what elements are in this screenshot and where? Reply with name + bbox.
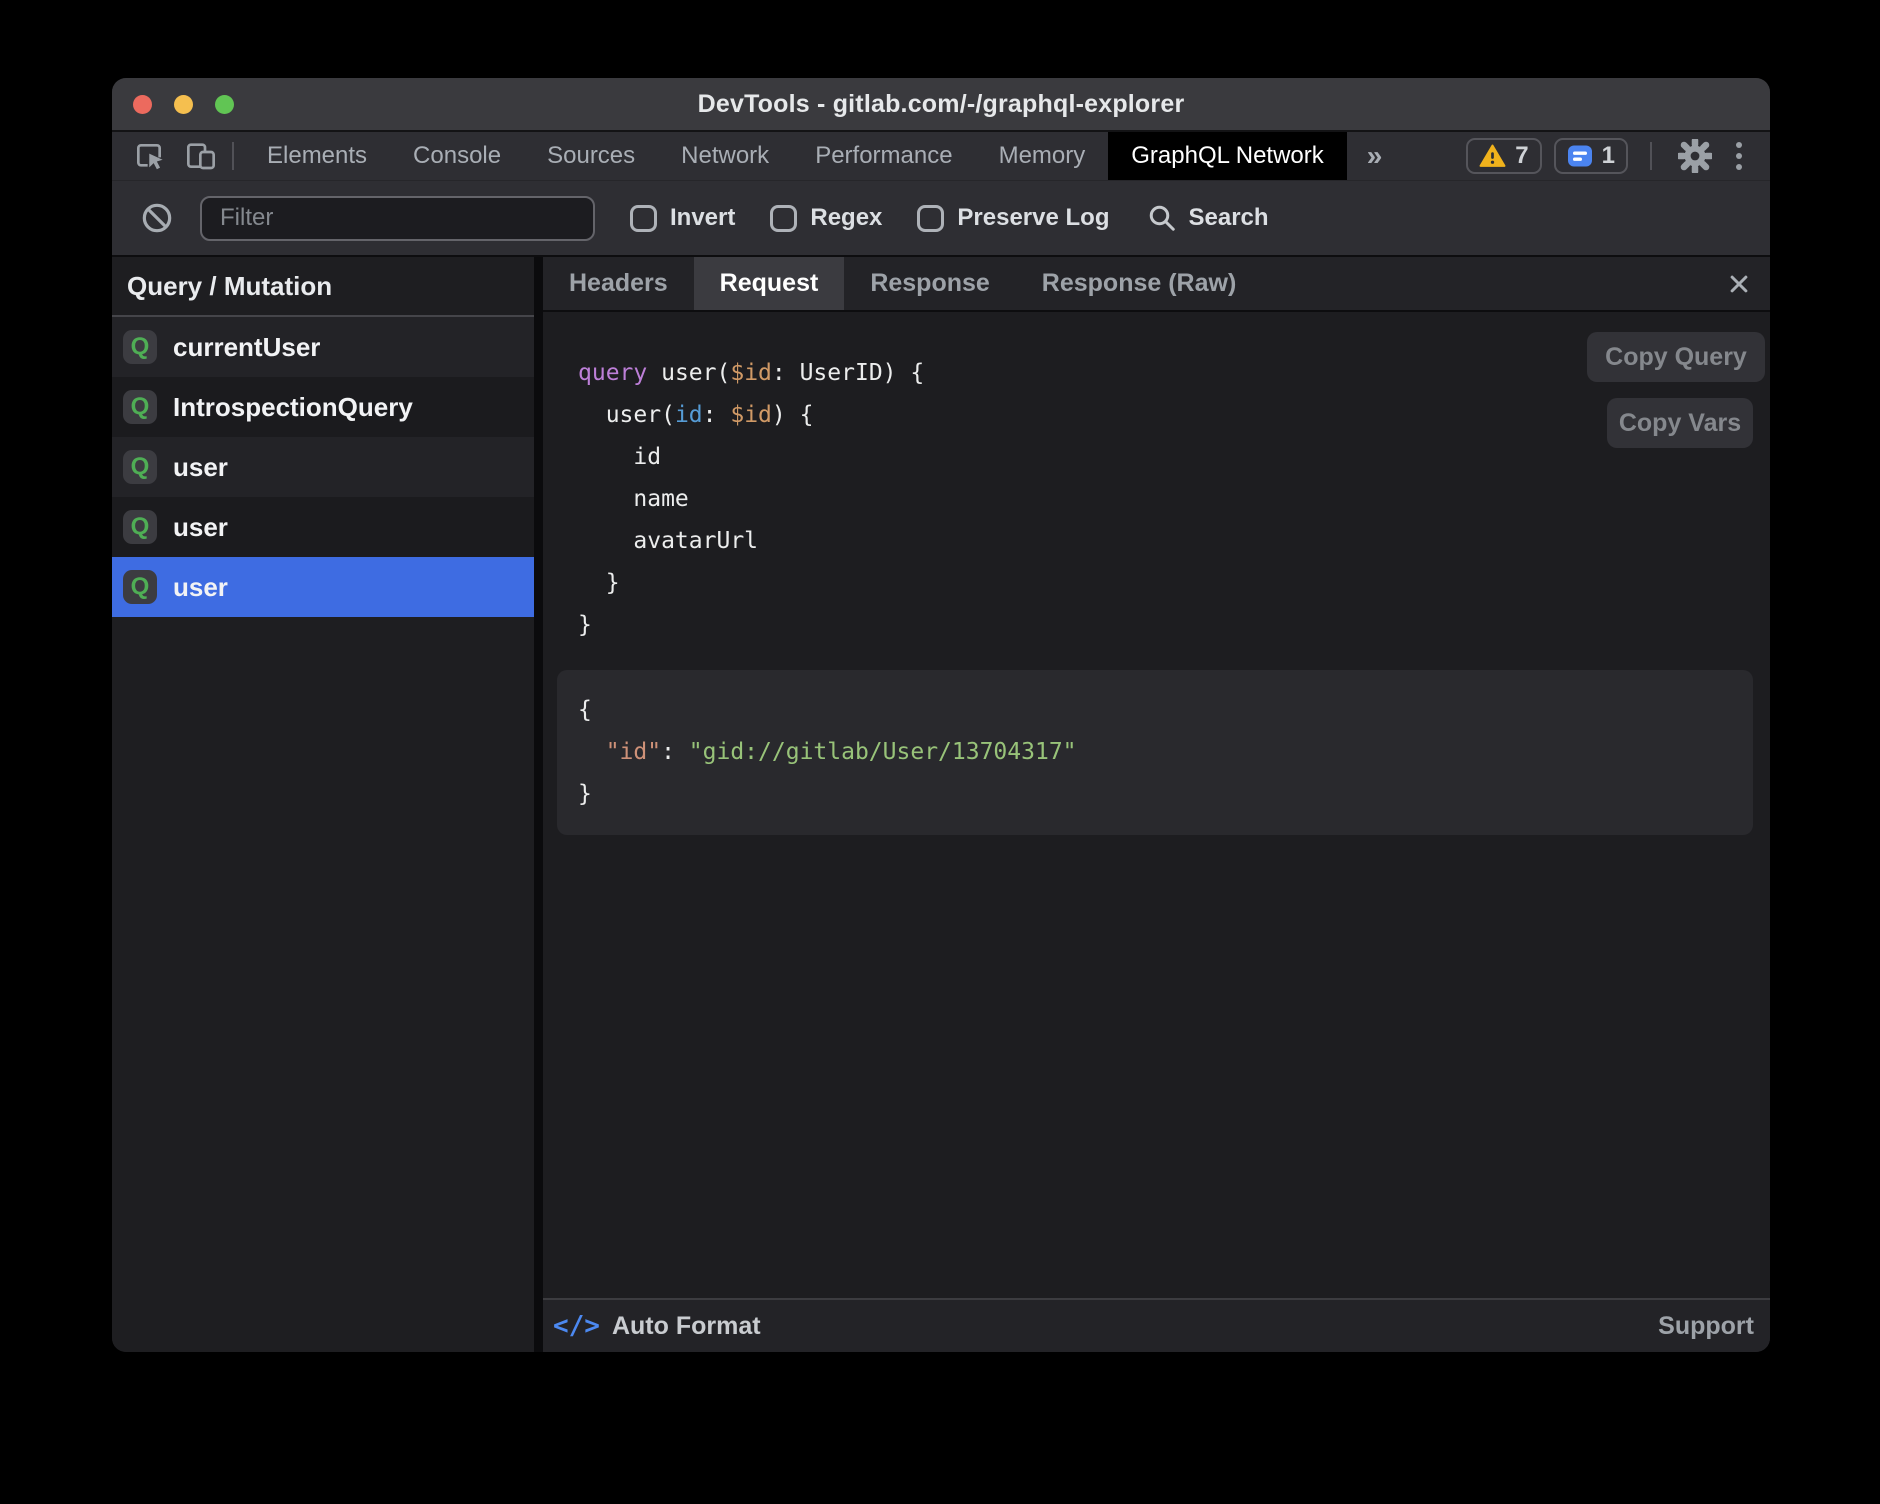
issues-badge[interactable]: 1 <box>1554 138 1628 174</box>
filter-toolbar: Invert Regex Preserve Log Search <box>112 180 1770 257</box>
code-line: name <box>578 478 924 520</box>
query-type-badge: Q <box>123 510 157 544</box>
code-line: } <box>578 604 924 646</box>
devtools-tab-console[interactable]: Console <box>390 132 524 180</box>
query-name-label: user <box>173 512 228 543</box>
query-name-label: user <box>173 452 228 483</box>
search-icon <box>1147 203 1177 233</box>
code-line: "id": "gid://gitlab/User/13704317" <box>578 731 1753 773</box>
regex-checkbox[interactable] <box>770 205 797 232</box>
code-line: { <box>578 689 1753 731</box>
query-list-item-introspectionquery-1[interactable]: Q IntrospectionQuery <box>112 377 534 437</box>
regex-label: Regex <box>810 204 882 232</box>
titlebar: DevTools - gitlab.com/-/graphql-explorer <box>112 78 1770 132</box>
details-tab-response-raw[interactable]: Response (Raw) <box>1016 257 1262 310</box>
auto-format-button[interactable]: </> Auto Format <box>553 1311 761 1341</box>
details-tabs: HeadersRequestResponseResponse (Raw) <box>543 257 1770 312</box>
query-list-item-currentuser-0[interactable]: QcurrentUser <box>112 317 534 377</box>
message-icon <box>1567 144 1593 169</box>
details-tab-headers[interactable]: Headers <box>543 257 694 310</box>
code-line: user(id: $id) { <box>578 394 924 436</box>
query-name-label: IntrospectionQuery <box>173 392 413 423</box>
filter-checkboxes: Invert Regex Preserve Log <box>595 204 1109 232</box>
settings-gear-icon[interactable] <box>1674 135 1716 177</box>
query-type-badge: Q <box>123 390 157 424</box>
close-details-button[interactable] <box>1724 257 1754 310</box>
checkbox-group-invert[interactable]: Invert <box>630 204 735 232</box>
warnings-badge[interactable]: 7 <box>1466 138 1541 174</box>
code-line: avatarUrl <box>578 520 924 562</box>
device-toolbar-icon[interactable] <box>180 135 222 177</box>
checkbox-group-regex[interactable]: Regex <box>770 204 882 232</box>
code-line: query user($id: UserID) { <box>578 352 924 394</box>
details-panel: HeadersRequestResponseResponse (Raw) que… <box>543 257 1770 1352</box>
support-link[interactable]: Support <box>1658 1312 1754 1341</box>
close-window-button[interactable] <box>133 95 152 114</box>
toolbar-separator <box>232 142 234 170</box>
search-label: Search <box>1188 204 1268 232</box>
auto-format-label: Auto Format <box>612 1312 761 1341</box>
devtools-tab-performance[interactable]: Performance <box>792 132 975 180</box>
more-options-kebab-icon[interactable] <box>1728 142 1750 170</box>
clear-block-icon[interactable] <box>136 197 178 239</box>
query-name-label: user <box>173 572 228 603</box>
request-tab-body: query user($id: UserID) { user(id: $id) … <box>543 312 1770 1298</box>
warning-icon <box>1479 143 1506 169</box>
query-variables-box: { "id": "gid://gitlab/User/13704317"} <box>557 670 1753 835</box>
code-line: } <box>578 562 924 604</box>
query-name-label: currentUser <box>173 332 320 363</box>
preserve-log-checkbox[interactable] <box>917 205 944 232</box>
warning-count: 7 <box>1515 142 1528 170</box>
more-tabs-chevron-icon[interactable]: » <box>1347 132 1403 180</box>
code-line: } <box>578 773 1753 815</box>
devtools-tabbar: ElementsConsoleSourcesNetworkPerformance… <box>112 132 1770 180</box>
invert-label: Invert <box>670 204 735 232</box>
zoom-window-button[interactable] <box>215 95 234 114</box>
devtools-tab-memory[interactable]: Memory <box>976 132 1109 180</box>
query-list-item-user-2[interactable]: Quser <box>112 437 534 497</box>
invert-checkbox[interactable] <box>630 205 657 232</box>
preserve-log-label: Preserve Log <box>957 204 1109 232</box>
message-count: 1 <box>1602 142 1615 170</box>
search-button[interactable]: Search <box>1147 203 1268 233</box>
copy-vars-button[interactable]: Copy Vars <box>1607 398 1753 448</box>
split-divider[interactable] <box>534 257 543 1352</box>
query-list-item-user-3[interactable]: Quser <box>112 497 534 557</box>
minimize-window-button[interactable] <box>174 95 193 114</box>
filter-input[interactable] <box>200 196 595 241</box>
details-tab-response[interactable]: Response <box>844 257 1015 310</box>
devtools-window: DevTools - gitlab.com/-/graphql-explorer… <box>112 78 1770 1352</box>
toolbar-separator <box>1650 142 1652 170</box>
query-type-badge: Q <box>123 570 157 604</box>
query-list-header: Query / Mutation <box>112 257 534 317</box>
window-title: DevTools - gitlab.com/-/graphql-explorer <box>698 90 1185 119</box>
details-tab-request[interactable]: Request <box>694 257 845 310</box>
devtools-tab-network[interactable]: Network <box>658 132 792 180</box>
query-type-badge: Q <box>123 450 157 484</box>
query-list: QcurrentUserQIntrospectionQueryQuserQuse… <box>112 317 534 1352</box>
query-list-item-user-4[interactable]: Quser <box>112 557 534 617</box>
traffic-lights <box>133 78 234 130</box>
checkbox-group-preserve-log[interactable]: Preserve Log <box>917 204 1109 232</box>
query-list-sidebar: Query / Mutation QcurrentUserQIntrospect… <box>112 257 534 1352</box>
query-type-badge: Q <box>123 330 157 364</box>
code-line: id <box>578 436 924 478</box>
inspect-element-icon[interactable] <box>128 135 170 177</box>
copy-query-button[interactable]: Copy Query <box>1587 332 1765 382</box>
code-format-icon: </> <box>553 1311 600 1341</box>
devtools-tab-elements[interactable]: Elements <box>244 132 390 180</box>
close-icon <box>1724 269 1754 299</box>
panel-footer: </> Auto Format Support <box>543 1298 1770 1352</box>
graphql-query-code: query user($id: UserID) { user(id: $id) … <box>578 352 924 646</box>
devtools-tab-graphql-network[interactable]: GraphQL Network <box>1108 132 1347 180</box>
devtools-tab-sources[interactable]: Sources <box>524 132 658 180</box>
devtools-tabs: ElementsConsoleSourcesNetworkPerformance… <box>244 132 1347 180</box>
